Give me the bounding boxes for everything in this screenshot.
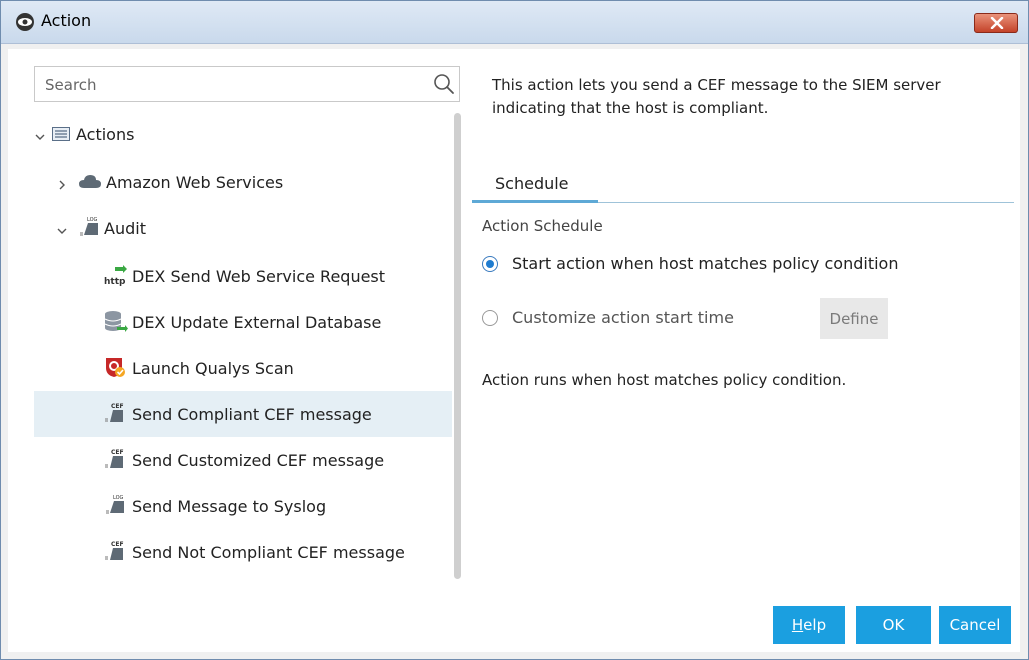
schedule-status: Action runs when host matches policy con… (482, 371, 847, 389)
section-title: Action Schedule (482, 217, 603, 235)
close-button[interactable] (974, 13, 1018, 33)
search-input[interactable] (43, 73, 427, 97)
tree-item-label: Send Message to Syslog (132, 497, 327, 516)
tree-scrollbar[interactable] (452, 113, 463, 579)
qualys-icon (104, 356, 126, 382)
option-customize-start-time[interactable]: Customize action start time (482, 305, 782, 333)
radio-customize-start-time[interactable] (482, 310, 498, 326)
http-icon: http (104, 265, 128, 291)
tree-item-amazon-web-services[interactable]: Amazon Web Services (8, 159, 452, 205)
tree-item-send-message-to-syslog[interactable]: LOG Send Message to Syslog (8, 483, 452, 529)
tree-item-label: Actions (76, 125, 135, 144)
chevron-down-icon[interactable] (34, 128, 46, 147)
radio-start-on-match[interactable] (482, 256, 498, 272)
dialog-content: Actions Amazon Web Services (8, 49, 1020, 652)
ok-button[interactable]: OK (856, 606, 931, 644)
tab-active-indicator (472, 200, 598, 203)
cef-icon: CEF (104, 447, 126, 473)
define-button[interactable]: Define (820, 298, 888, 339)
window-title: Action (41, 11, 92, 30)
tree-item-actions[interactable]: Actions (8, 111, 452, 157)
tree-item-label: DEX Update External Database (132, 313, 382, 332)
tree-item-label: DEX Send Web Service Request (132, 267, 386, 286)
tree-item-label: Send Customized CEF message (132, 451, 385, 470)
tree-item-send-compliant-cef-message[interactable]: CEF Send Compliant CEF message (34, 391, 452, 437)
cef-icon: CEF (104, 401, 126, 427)
title-bar: Action (1, 1, 1028, 44)
action-description: This action lets you send a CEF message … (492, 76, 941, 117)
cancel-button[interactable]: Cancel (939, 606, 1011, 644)
tree-item-audit[interactable]: LOG Audit (8, 205, 452, 251)
tree-item-label: Audit (104, 219, 146, 238)
svg-text:CEF: CEF (111, 541, 124, 548)
tree-item-label: Send Not Compliant CEF message (132, 543, 405, 562)
radio-label: Customize action start time (512, 308, 734, 327)
log-icon: LOG (104, 493, 126, 519)
svg-text:LOG: LOG (113, 495, 124, 501)
tree-item-launch-qualys-scan[interactable]: Launch Qualys Scan (8, 345, 452, 391)
help-button[interactable]: Help (773, 606, 845, 644)
search-icon[interactable] (433, 73, 455, 99)
dialog-footer: Help OK Cancel (8, 581, 1020, 652)
svg-text:CEF: CEF (111, 449, 124, 456)
tab-label: Schedule (495, 174, 569, 193)
radio-label: Start action when host matches policy co… (512, 254, 899, 273)
svg-text:LOG: LOG (87, 217, 98, 223)
chevron-down-icon[interactable] (56, 222, 68, 241)
cloud-icon (78, 173, 102, 193)
help-label-rest: elp (803, 616, 827, 634)
svg-text:http: http (104, 277, 126, 287)
tree-item-label: Launch Qualys Scan (132, 359, 294, 378)
database-icon (104, 310, 128, 338)
option-start-on-match[interactable]: Start action when host matches policy co… (482, 251, 922, 279)
help-mnemonic: H (791, 616, 804, 634)
tree-item-label: Amazon Web Services (106, 173, 284, 192)
tree-item-send-customized-cef-message[interactable]: CEF Send Customized CEF message (8, 437, 452, 483)
tree-item-dex-update-external-database[interactable]: DEX Update External Database (8, 299, 452, 345)
log-icon: LOG (78, 215, 100, 241)
tree-item-send-not-compliant-cef-message[interactable]: CEF Send Not Compliant CEF message (8, 529, 452, 575)
action-details-pane: This action lets you send a CEF message … (470, 49, 1020, 581)
tab-schedule[interactable]: Schedule (472, 166, 1014, 204)
action-dialog: Action Search Actions Amazon Web Service… (0, 0, 1029, 660)
tree-item-label: Send Compliant CEF message (132, 405, 372, 424)
close-icon (990, 17, 1004, 29)
list-icon (52, 126, 70, 145)
actions-tree-pane: Actions Amazon Web Services (8, 49, 463, 581)
chevron-right-icon[interactable] (56, 176, 68, 195)
scrollbar-thumb[interactable] (454, 113, 461, 579)
search-box (34, 66, 460, 102)
cef-icon: CEF (104, 539, 126, 565)
tree-item-dex-send-web-service-request[interactable]: http DEX Send Web Service Request (8, 253, 452, 299)
eye-icon (15, 12, 35, 36)
svg-text:CEF: CEF (111, 403, 124, 410)
